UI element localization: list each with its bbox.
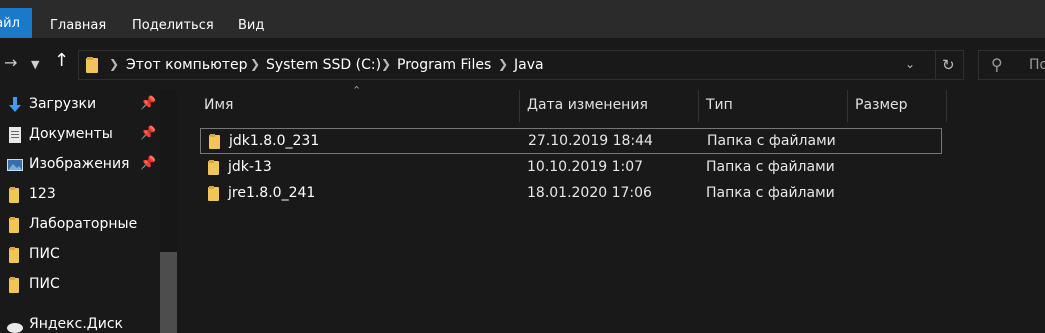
sidebar-scrollbar-thumb[interactable] <box>160 252 177 333</box>
divider <box>935 51 936 79</box>
column-header-type[interactable]: Тип <box>706 97 733 125</box>
file-name: jdk1.8.0_231 <box>229 133 320 149</box>
tab-view[interactable]: Вид <box>238 18 264 33</box>
search-placeholder: По <box>1029 57 1045 73</box>
file-date: 10.10.2019 1:07 <box>527 159 644 175</box>
tab-home[interactable]: Главная <box>50 18 106 33</box>
file-row[interactable]: jre1.8.0_241 18.01.2020 17:06 Папка с фа… <box>200 181 942 207</box>
column-header-date[interactable]: Дата изменения <box>527 97 648 125</box>
column-divider[interactable] <box>946 90 947 122</box>
address-bar[interactable]: ❯ Этот компьютер ❯ System SSD (C:) ❯ Pro… <box>78 50 964 80</box>
navigation-pane: Загрузки 📌 Документы 📌 Изображения 📌 123 <box>0 90 178 333</box>
sidebar-item-label: Загрузки <box>29 96 97 112</box>
download-icon <box>9 97 21 112</box>
folder-icon <box>209 134 220 149</box>
sidebar-item-labs[interactable]: Лабораторные <box>0 211 160 239</box>
sidebar-item-pictures[interactable]: Изображения 📌 <box>0 151 160 179</box>
file-name: jre1.8.0_241 <box>228 185 316 201</box>
sort-ascending-icon: ⌃ <box>352 84 362 97</box>
chevron-right-icon[interactable]: ❯ <box>250 57 260 71</box>
documents-icon <box>9 127 21 143</box>
column-header-size[interactable]: Размер <box>855 97 908 125</box>
yandex-disk-icon <box>7 323 23 333</box>
file-name: jdk-13 <box>228 159 272 175</box>
ribbon: Файл Главная Поделиться Вид <box>0 0 1045 38</box>
file-row[interactable]: jdk-13 10.10.2019 1:07 Папка с файлами <box>200 155 942 181</box>
sidebar-item-downloads[interactable]: Загрузки 📌 <box>0 91 160 119</box>
pin-icon[interactable]: 📌 <box>140 96 156 111</box>
sidebar-item-documents[interactable]: Документы 📌 <box>0 121 160 149</box>
refresh-icon[interactable]: ↻ <box>942 56 955 74</box>
tab-file[interactable]: Файл <box>0 8 32 38</box>
sidebar-item-label: 123 <box>29 186 56 202</box>
folder-icon <box>9 187 19 203</box>
sidebar-item-label: Изображения <box>29 156 130 172</box>
sidebar-item-pis-2[interactable]: ПИС <box>0 271 160 299</box>
column-divider[interactable] <box>698 90 699 122</box>
sidebar-item-label: Документы <box>29 126 113 142</box>
column-header-name[interactable]: Имя <box>204 97 233 125</box>
breadcrumb-java[interactable]: Java <box>514 57 544 73</box>
chevron-down-icon[interactable]: ⌄ <box>905 57 915 71</box>
file-row[interactable]: jdk1.8.0_231 27.10.2019 18:44 Папка с фа… <box>200 128 942 154</box>
folder-icon <box>9 277 19 293</box>
column-divider[interactable] <box>847 90 848 122</box>
chevron-right-icon[interactable]: ❯ <box>381 57 391 71</box>
breadcrumb-this-pc[interactable]: Этот компьютер <box>126 57 248 73</box>
chevron-down-icon[interactable]: ▼ <box>31 56 39 74</box>
sidebar-item-label: Яндекс.Диск <box>29 316 123 332</box>
sidebar-item-label: ПИС <box>29 276 60 292</box>
sidebar-item-pis[interactable]: ПИС <box>0 241 160 269</box>
search-icon: ⚲ <box>991 55 1003 74</box>
sidebar-item-label: Лабораторные <box>29 216 138 232</box>
folder-icon <box>86 57 98 73</box>
arrow-right-icon[interactable]: → <box>4 54 17 72</box>
file-type: Папка с файлами <box>706 185 835 201</box>
breadcrumb-system-ssd[interactable]: System SSD (C:) <box>266 57 381 73</box>
navigation-bar: → ▼ ↑ ❯ Этот компьютер ❯ System SSD (C:)… <box>0 38 1045 90</box>
arrow-up-icon[interactable]: ↑ <box>54 52 69 70</box>
file-date: 27.10.2019 18:44 <box>528 133 653 149</box>
file-date: 18.01.2020 17:06 <box>527 185 652 201</box>
column-divider[interactable] <box>519 90 520 122</box>
pictures-icon <box>7 159 23 171</box>
pin-icon[interactable]: 📌 <box>140 126 156 141</box>
folder-icon <box>208 186 219 201</box>
sidebar-item-yandex-disk[interactable]: Яндекс.Диск <box>0 311 160 333</box>
tab-file-label: Файл <box>0 16 20 31</box>
chevron-right-icon[interactable]: ❯ <box>109 57 119 71</box>
folder-icon <box>9 247 19 263</box>
breadcrumb-program-files[interactable]: Program Files <box>397 57 491 73</box>
folder-icon <box>9 217 19 233</box>
sidebar-item-123[interactable]: 123 <box>0 181 160 209</box>
search-box[interactable]: ⚲ По <box>978 50 1045 80</box>
pin-icon[interactable]: 📌 <box>140 156 156 171</box>
chevron-right-icon[interactable]: ❯ <box>498 57 508 71</box>
tab-share[interactable]: Поделиться <box>132 18 214 33</box>
folder-icon <box>208 160 219 175</box>
sidebar-item-label: ПИС <box>29 246 60 262</box>
file-type: Папка с файлами <box>707 133 836 149</box>
file-type: Папка с файлами <box>706 159 835 175</box>
